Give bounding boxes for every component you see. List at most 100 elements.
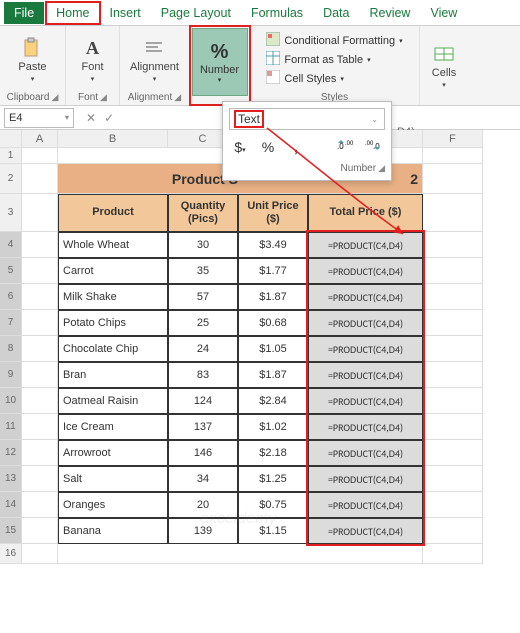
cell-total-price[interactable]: =PRODUCT(C4,D4)	[308, 414, 423, 440]
col-header-f[interactable]: F	[423, 130, 483, 148]
cell[interactable]	[22, 258, 58, 284]
header-quantity[interactable]: Quantity (Pics)	[168, 194, 238, 232]
cell-total-price[interactable]: =PRODUCT(C4,D4)	[308, 284, 423, 310]
cell[interactable]	[423, 414, 483, 440]
tab-formulas[interactable]: Formulas	[241, 2, 313, 24]
cell-total-price[interactable]: =PRODUCT(C4,D4)	[308, 362, 423, 388]
cell-product[interactable]: Banana	[58, 518, 168, 544]
cell-unit-price[interactable]: $1.87	[238, 362, 308, 388]
cell-total-price[interactable]: =PRODUCT(C4,D4)	[308, 336, 423, 362]
cell[interactable]	[22, 518, 58, 544]
cell-quantity[interactable]: 30	[168, 232, 238, 258]
row-header[interactable]: 12	[0, 440, 22, 466]
tab-data[interactable]: Data	[313, 2, 359, 24]
cell[interactable]	[423, 194, 483, 232]
name-box[interactable]: E4▾	[4, 108, 74, 128]
cell[interactable]	[423, 440, 483, 466]
cell-quantity[interactable]: 83	[168, 362, 238, 388]
cell-product[interactable]: Chocolate Chip	[58, 336, 168, 362]
cell[interactable]	[22, 148, 58, 164]
clipboard-launcher-icon[interactable]: ◢	[51, 92, 58, 103]
cells-button[interactable]: Cells▾	[432, 43, 456, 89]
cell-quantity[interactable]: 25	[168, 310, 238, 336]
cell-product[interactable]: Potato Chips	[58, 310, 168, 336]
cell-product[interactable]: Carrot	[58, 258, 168, 284]
cell[interactable]	[22, 194, 58, 232]
comma-format-button[interactable]: ,	[285, 139, 307, 155]
header-total-price[interactable]: Total Price ($)	[308, 194, 423, 232]
row-header[interactable]: 13	[0, 466, 22, 492]
cell-quantity[interactable]: 34	[168, 466, 238, 492]
cell-total-price[interactable]: =PRODUCT(C4,D4)	[308, 518, 423, 544]
row-header[interactable]: 16	[0, 544, 22, 564]
tab-review[interactable]: Review	[359, 2, 420, 24]
font-launcher-icon[interactable]: ◢	[100, 92, 107, 103]
cell[interactable]	[22, 414, 58, 440]
decrease-decimal-button[interactable]: .00.0	[363, 138, 385, 155]
cell[interactable]	[22, 284, 58, 310]
cell[interactable]	[22, 336, 58, 362]
cell-product[interactable]: Whole Wheat	[58, 232, 168, 258]
cell[interactable]	[423, 388, 483, 414]
row-header[interactable]: 14	[0, 492, 22, 518]
cell-unit-price[interactable]: $1.05	[238, 336, 308, 362]
tab-insert[interactable]: Insert	[100, 2, 151, 24]
cell-quantity[interactable]: 139	[168, 518, 238, 544]
cell-unit-price[interactable]: $1.87	[238, 284, 308, 310]
row-header[interactable]: 1	[0, 148, 22, 164]
tab-file[interactable]: File	[4, 2, 44, 24]
row-header[interactable]: 4	[0, 232, 22, 258]
cell-product[interactable]: Milk Shake	[58, 284, 168, 310]
cell[interactable]	[423, 492, 483, 518]
cell[interactable]	[423, 362, 483, 388]
row-header[interactable]: 8	[0, 336, 22, 362]
cell-unit-price[interactable]: $1.02	[238, 414, 308, 440]
cell-total-price[interactable]: =PRODUCT(C4,D4)	[308, 258, 423, 284]
cell-quantity[interactable]: 24	[168, 336, 238, 362]
cell-unit-price[interactable]: $1.15	[238, 518, 308, 544]
row-header[interactable]: 10	[0, 388, 22, 414]
cell-total-price[interactable]: =PRODUCT(C4,D4)	[308, 492, 423, 518]
cell[interactable]	[423, 466, 483, 492]
cell-quantity[interactable]: 124	[168, 388, 238, 414]
format-as-table-button[interactable]: Format as Table▾	[266, 51, 402, 68]
cell-unit-price[interactable]: $1.25	[238, 466, 308, 492]
row-header[interactable]: 11	[0, 414, 22, 440]
row-header[interactable]: 6	[0, 284, 22, 310]
cell-quantity[interactable]: 146	[168, 440, 238, 466]
cell-unit-price[interactable]: $1.77	[238, 258, 308, 284]
alignment-launcher-icon[interactable]: ◢	[174, 92, 181, 103]
cell-unit-price[interactable]: $2.18	[238, 440, 308, 466]
tab-view[interactable]: View	[420, 2, 467, 24]
header-unit-price[interactable]: Unit Price ($)	[238, 194, 308, 232]
col-header-a[interactable]: A	[22, 130, 58, 148]
col-header-b[interactable]: B	[58, 130, 168, 148]
row-header[interactable]: 3	[0, 194, 22, 232]
row-header[interactable]: 7	[0, 310, 22, 336]
cell[interactable]	[22, 232, 58, 258]
alignment-button[interactable]: Alignment▾	[130, 37, 179, 83]
font-button[interactable]: A Font▾	[81, 37, 103, 83]
cell-unit-price[interactable]: $3.49	[238, 232, 308, 258]
cell[interactable]	[423, 310, 483, 336]
cell-total-price[interactable]: =PRODUCT(C4,D4)	[308, 440, 423, 466]
cell[interactable]	[22, 492, 58, 518]
cell[interactable]	[423, 544, 483, 564]
cell-unit-price[interactable]: $0.75	[238, 492, 308, 518]
cell[interactable]	[22, 362, 58, 388]
cell[interactable]	[58, 544, 423, 564]
cell-product[interactable]: Bran	[58, 362, 168, 388]
cell[interactable]	[423, 284, 483, 310]
cell-total-price[interactable]: =PRODUCT(C4,D4)	[308, 466, 423, 492]
cell[interactable]	[423, 518, 483, 544]
cell-quantity[interactable]: 57	[168, 284, 238, 310]
cell-quantity[interactable]: 20	[168, 492, 238, 518]
cell-product[interactable]: Oatmeal Raisin	[58, 388, 168, 414]
title-cell-left[interactable]: Product S	[58, 164, 238, 194]
percent-format-button[interactable]: %	[257, 139, 279, 155]
tab-home[interactable]: Home	[46, 2, 99, 24]
cancel-icon[interactable]: ✕	[86, 111, 96, 125]
tab-page-layout[interactable]: Page Layout	[151, 2, 241, 24]
cell-unit-price[interactable]: $0.68	[238, 310, 308, 336]
number-format-select[interactable]: Text ⌄	[229, 108, 385, 130]
